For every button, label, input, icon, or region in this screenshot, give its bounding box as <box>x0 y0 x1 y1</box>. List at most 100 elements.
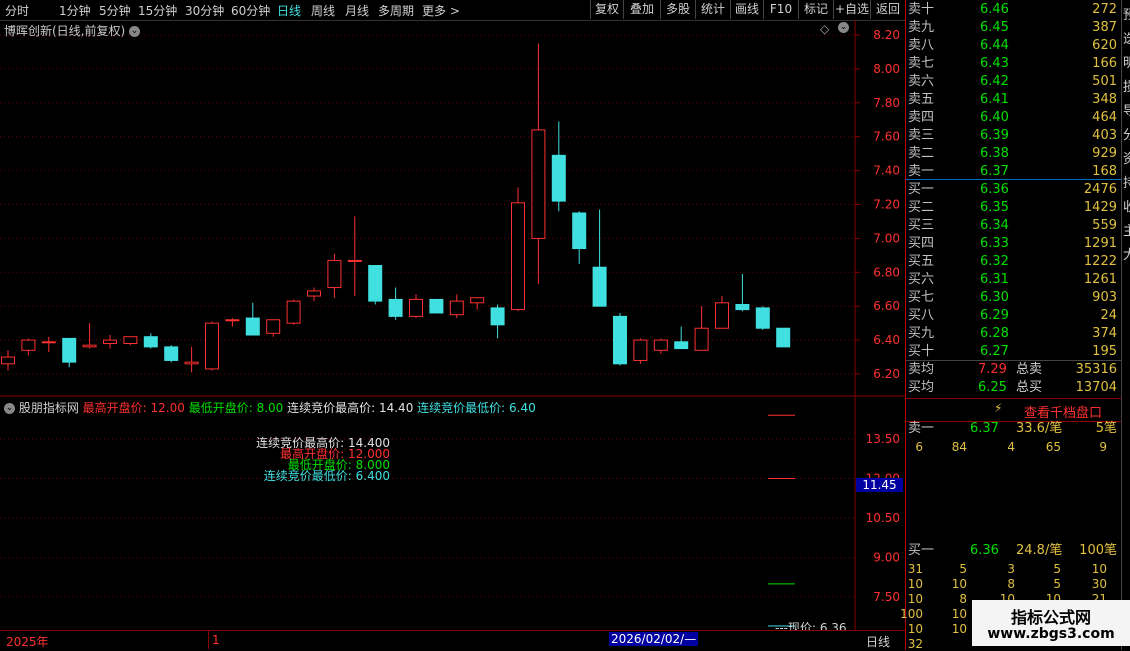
orderbook-row[interactable]: 卖九 6.45 387 <box>906 19 1121 37</box>
orderbook-row[interactable]: 买三 6.34 559 <box>906 217 1121 235</box>
candle[interactable] <box>715 296 729 329</box>
candle[interactable] <box>184 346 199 373</box>
draw-line-button[interactable]: 画线 <box>730 0 763 19</box>
candle[interactable] <box>347 216 362 297</box>
tab-30min[interactable]: 30分钟 <box>185 2 224 19</box>
candle[interactable] <box>613 312 627 366</box>
depth-button[interactable]: ⚡ 查看千档盘口 <box>906 398 1121 422</box>
candle[interactable] <box>531 43 546 285</box>
tab-weekly[interactable]: 周线 <box>311 2 335 19</box>
candle[interactable] <box>388 287 403 320</box>
stats-button[interactable]: 统计 <box>695 0 730 19</box>
candle[interactable] <box>653 338 668 354</box>
title-dropdown-icon[interactable]: ⌄ <box>129 26 141 37</box>
add-watchlist-button[interactable]: +自选 <box>833 0 870 19</box>
candle[interactable] <box>266 319 281 337</box>
candle[interactable] <box>164 345 179 363</box>
tab-60min[interactable]: 60分钟 <box>231 2 270 19</box>
candle-body <box>776 327 791 348</box>
indicator-name[interactable]: 股朋指标网 <box>19 401 79 415</box>
f10-button[interactable]: F10 <box>763 0 798 19</box>
orderbook-row[interactable]: 卖六 6.42 501 <box>906 73 1121 91</box>
settings-dropdown-icon[interactable]: ⌄ <box>838 22 849 33</box>
price-tick-label: 6.60 <box>873 299 900 313</box>
candle[interactable] <box>409 294 423 319</box>
candle[interactable] <box>1 350 15 371</box>
restore-rights-button[interactable]: 复权 <box>590 0 623 19</box>
candle-body <box>266 319 281 334</box>
back-button[interactable]: 返回 <box>870 0 905 19</box>
candle-body <box>755 307 770 329</box>
level-volume: 903 <box>1092 290 1117 305</box>
level-price: 6.38 <box>980 146 1009 161</box>
candle[interactable] <box>449 294 464 319</box>
candle[interactable] <box>327 253 342 298</box>
overlay-button[interactable]: 叠加 <box>623 0 660 19</box>
tab-5min[interactable]: 5分钟 <box>99 2 131 19</box>
candle[interactable] <box>511 187 525 312</box>
candle[interactable] <box>307 287 321 302</box>
level-volume: 403 <box>1092 128 1117 143</box>
orderbook-row[interactable]: 卖二 6.38 929 <box>906 145 1121 163</box>
candle[interactable] <box>245 302 260 336</box>
candle[interactable] <box>735 273 750 312</box>
candle-body <box>551 154 566 202</box>
tab-fenshi[interactable]: 分时 <box>5 2 29 19</box>
side-strip-char: 分 <box>1123 124 1130 143</box>
price-tick-label: 6.20 <box>873 367 900 381</box>
candle[interactable] <box>143 333 158 349</box>
orderbook-row[interactable]: 买九 6.28 374 <box>906 325 1121 343</box>
indicator-tick-label: 10.50 <box>866 511 900 525</box>
candle[interactable] <box>21 338 36 356</box>
orderbook-row[interactable]: 买二 6.35 1429 <box>906 199 1121 217</box>
candle[interactable] <box>82 323 97 349</box>
candle[interactable] <box>470 297 485 310</box>
indicator-dropdown-icon[interactable]: ⌄ <box>4 403 15 414</box>
multi-stock-button[interactable]: 多股 <box>660 0 695 19</box>
tab-daily[interactable]: 日线 <box>277 2 301 19</box>
tab-1min[interactable]: 1分钟 <box>59 2 91 19</box>
orderbook-row[interactable]: 卖七 6.43 166 <box>906 55 1121 73</box>
tab-15min[interactable]: 15分钟 <box>138 2 177 19</box>
chart-area[interactable]: 8.20 8.00 7.80 7.60 7.40 7.20 7.00 6.80 6.60 6.40… <box>0 20 905 650</box>
candle[interactable] <box>123 336 138 346</box>
candle[interactable] <box>694 306 709 351</box>
ask1-summary: 卖一 6.37 33.6/笔 5笔 <box>908 421 1117 436</box>
candle-body <box>449 300 464 316</box>
orderbook-row[interactable]: 买七 6.30 903 <box>906 289 1121 307</box>
candle[interactable] <box>490 304 505 339</box>
candle[interactable] <box>674 326 689 350</box>
candle-body <box>388 298 403 317</box>
tab-multi-period[interactable]: 多周期 <box>378 2 414 19</box>
orderbook-row[interactable]: 卖五 6.41 348 <box>906 91 1121 109</box>
mark-button[interactable]: 标记 <box>798 0 833 19</box>
orderbook-row[interactable]: 卖八 6.44 620 <box>906 37 1121 55</box>
candle[interactable] <box>205 321 219 371</box>
candle[interactable] <box>103 335 117 349</box>
orderbook-row[interactable]: 买四 6.33 1291 <box>906 235 1121 253</box>
orderbook-row[interactable]: 买一 6.36 2476 <box>906 181 1121 199</box>
candle[interactable] <box>572 211 587 264</box>
candle[interactable] <box>776 327 791 348</box>
tab-monthly[interactable]: 月线 <box>345 2 369 19</box>
candle[interactable] <box>286 299 301 325</box>
candle[interactable] <box>368 265 383 305</box>
orderbook-row[interactable]: 卖四 6.40 464 <box>906 109 1121 127</box>
tab-more[interactable]: 更多 > <box>422 2 460 19</box>
orderbook-row[interactable]: 卖十 6.46 272 <box>906 1 1121 19</box>
price-tick-label: 7.20 <box>873 198 900 212</box>
orderbook-row[interactable]: 买八 6.29 24 <box>906 307 1121 325</box>
candle[interactable] <box>62 337 77 368</box>
candle[interactable] <box>551 121 566 212</box>
candle[interactable] <box>429 298 444 314</box>
candle[interactable] <box>225 318 240 327</box>
candle[interactable] <box>592 209 607 307</box>
candle[interactable] <box>633 338 648 364</box>
orderbook-row[interactable]: 买五 6.32 1222 <box>906 253 1121 271</box>
orderbook-row[interactable]: 卖三 6.39 403 <box>906 127 1121 145</box>
orderbook-row[interactable]: 买十 6.27 195 <box>906 343 1121 361</box>
orderbook-row[interactable]: 买六 6.31 1261 <box>906 271 1121 289</box>
candle[interactable] <box>755 306 770 330</box>
diamond-icon[interactable]: ◇ <box>820 22 829 36</box>
candle[interactable] <box>41 336 56 352</box>
